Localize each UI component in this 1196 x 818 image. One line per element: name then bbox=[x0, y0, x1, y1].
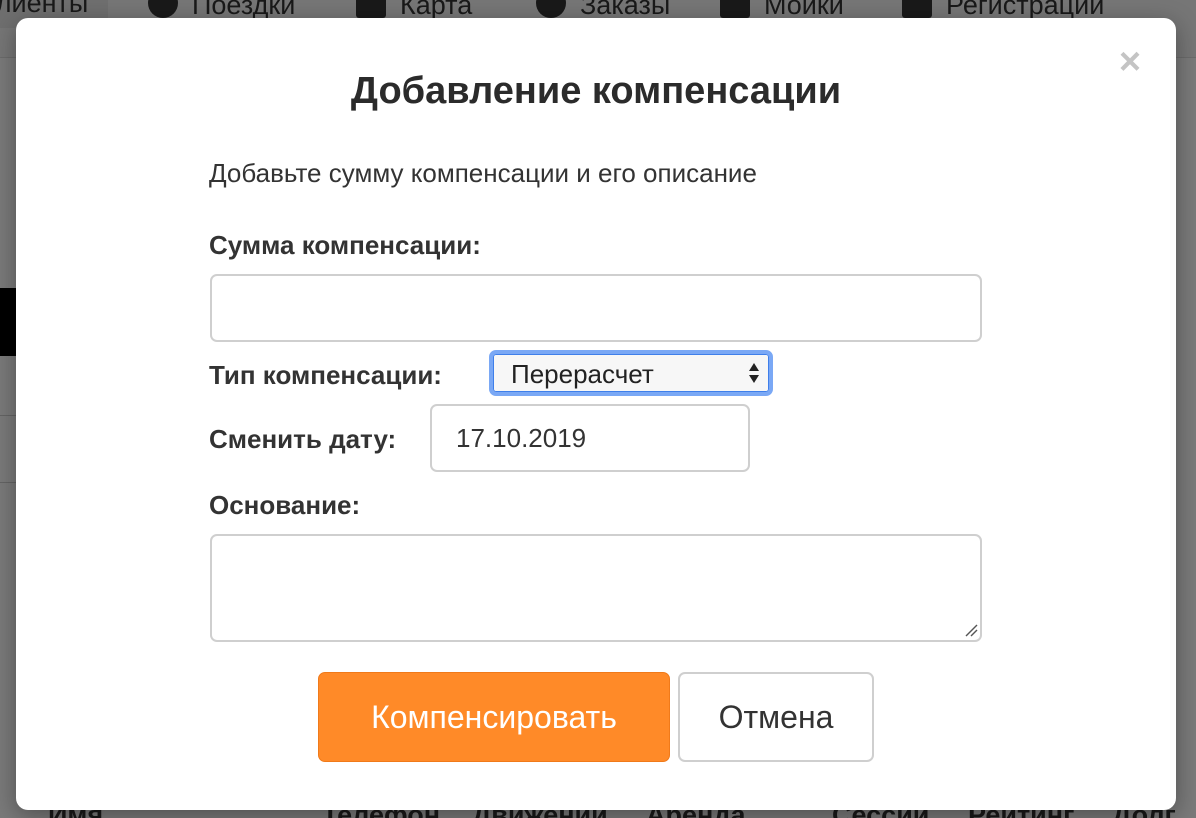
compensation-dialog: × Добавление компенсации Добавьте сумму … bbox=[16, 18, 1176, 810]
resize-grip-icon[interactable] bbox=[964, 623, 978, 637]
amount-label: Сумма компенсации: bbox=[209, 230, 481, 260]
type-label: Тип компенсации: bbox=[209, 360, 442, 390]
compensation-type-select[interactable]: Перерасчет bbox=[489, 350, 773, 396]
amount-input[interactable] bbox=[210, 274, 982, 342]
compensate-button[interactable]: Компенсировать bbox=[318, 672, 670, 762]
date-label: Сменить дату: bbox=[209, 424, 397, 454]
dialog-title: Добавление компенсации bbox=[350, 70, 842, 112]
date-input[interactable] bbox=[430, 404, 750, 472]
cancel-button[interactable]: Отмена bbox=[678, 672, 874, 762]
reason-textarea[interactable] bbox=[210, 534, 982, 642]
reason-label: Основание: bbox=[209, 490, 361, 520]
select-arrows-icon bbox=[749, 363, 759, 383]
dialog-description: Добавьте сумму компенсации и его описани… bbox=[209, 158, 757, 188]
select-value: Перерасчет bbox=[511, 359, 654, 389]
